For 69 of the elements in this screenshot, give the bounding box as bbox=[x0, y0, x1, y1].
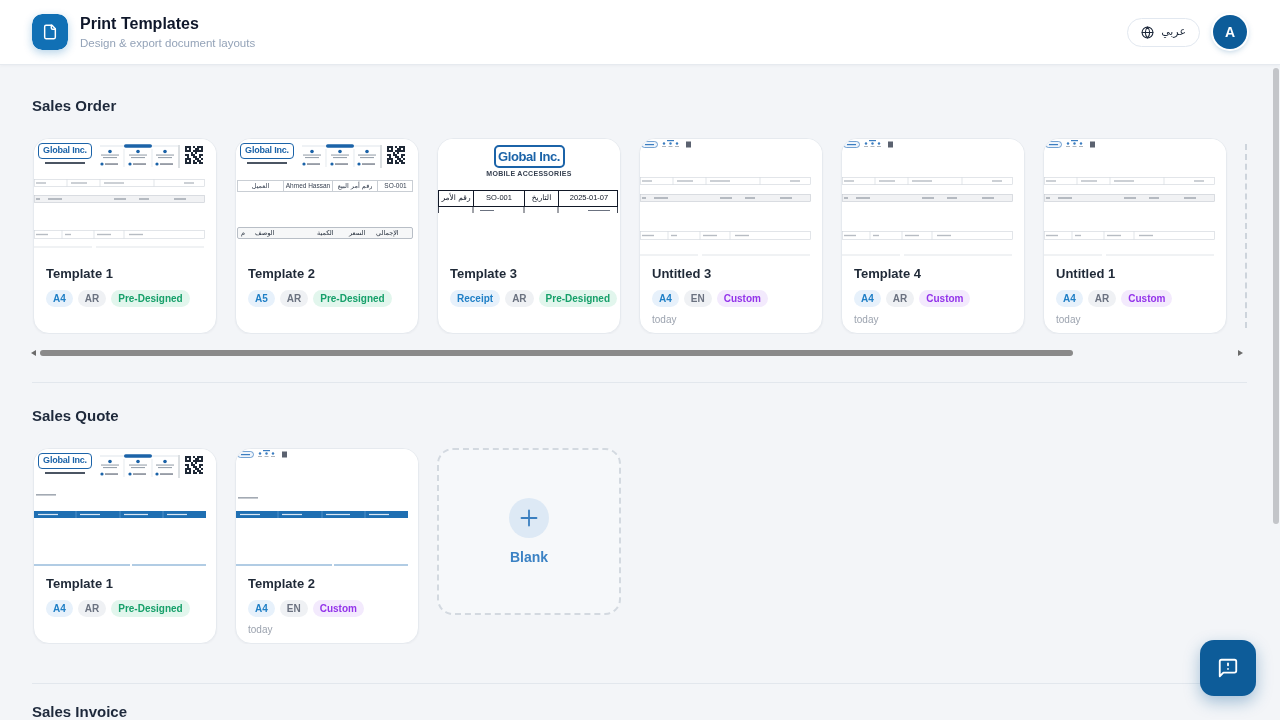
contact-columns-icon bbox=[98, 143, 180, 169]
paper-size-tag: Receipt bbox=[450, 290, 501, 307]
paper-size-tag: A5 bbox=[248, 290, 275, 307]
section-title: Sales Order bbox=[32, 98, 118, 113]
page-subtitle: Design & export document layouts bbox=[80, 36, 256, 50]
template-card[interactable]: Template 2 A4 EN Custom today bbox=[235, 448, 419, 644]
language-tag: EN bbox=[683, 290, 712, 307]
template-card[interactable]: Template 4 A4 AR Custom today bbox=[841, 138, 1025, 334]
card-title: Template 1 bbox=[46, 576, 114, 592]
scrollbar-thumb[interactable] bbox=[40, 350, 1073, 356]
contact-columns-icon bbox=[300, 143, 382, 169]
template-type-tag: Custom bbox=[716, 290, 768, 307]
language-button[interactable]: عربي bbox=[1127, 17, 1200, 47]
qr-code-icon bbox=[185, 146, 203, 164]
updated-date: today bbox=[1056, 313, 1082, 327]
template-type-tag: Pre-Designed bbox=[313, 290, 392, 307]
template-card[interactable]: Untitled 1 A4 AR Custom today bbox=[1043, 138, 1227, 334]
paper-size-tag: A4 bbox=[46, 290, 73, 307]
template-type-tag: Custom bbox=[1121, 290, 1173, 307]
contact-columns-icon bbox=[98, 453, 180, 479]
template-card[interactable]: Untitled 3 A4 EN Custom today bbox=[639, 138, 823, 334]
message-alert-icon bbox=[1217, 657, 1239, 679]
scroll-right-icon[interactable] bbox=[1238, 350, 1243, 356]
language-tag: AR bbox=[77, 290, 107, 307]
language-tag: AR bbox=[1087, 290, 1117, 307]
card-title: Untitled 1 bbox=[1056, 266, 1117, 282]
qr-code-icon bbox=[387, 146, 405, 164]
paper-size-tag: A4 bbox=[854, 290, 881, 307]
updated-date: today bbox=[248, 623, 274, 637]
language-tag: AR bbox=[279, 290, 309, 307]
template-type-tag: Pre-Designed bbox=[111, 600, 190, 617]
paper-size-tag: A4 bbox=[652, 290, 679, 307]
page-title: Print Templates bbox=[80, 14, 200, 34]
language-tag: AR bbox=[77, 600, 107, 617]
language-tag: AR bbox=[885, 290, 915, 307]
company-logo: Global Inc. bbox=[240, 143, 294, 164]
scrollbar-thumb[interactable] bbox=[1272, 68, 1279, 524]
updated-date: today bbox=[854, 313, 880, 327]
paper-size-tag: A4 bbox=[46, 600, 73, 617]
section-title: Sales Quote bbox=[32, 408, 120, 423]
language-tag: AR bbox=[505, 290, 534, 307]
template-type-tag: Custom bbox=[312, 600, 364, 617]
scroll-left-icon[interactable] bbox=[31, 350, 36, 356]
user-avatar[interactable]: A bbox=[1213, 15, 1247, 49]
document-icon bbox=[32, 14, 68, 50]
blank-template-button[interactable]: Blank bbox=[437, 448, 621, 615]
company-logo: Global Inc. bbox=[38, 453, 92, 474]
card-title: Template 2 bbox=[248, 266, 316, 282]
updated-date: today bbox=[652, 313, 678, 327]
paper-size-tag: A4 bbox=[1056, 290, 1083, 307]
template-type-tag: Pre-Designed bbox=[111, 290, 190, 307]
company-logo: Global Inc. bbox=[38, 143, 92, 164]
company-logo: Global Inc. bbox=[493, 145, 565, 168]
template-card[interactable]: Global Inc. Template 1 A4 AR Pre-Designed bbox=[33, 138, 217, 334]
card-title: Template 2 bbox=[248, 576, 316, 592]
template-card[interactable]: Global Inc. Template 1 A4 AR Pre-Designed bbox=[33, 448, 217, 644]
card-title: Template 1 bbox=[46, 266, 114, 282]
qr-code-icon bbox=[185, 456, 203, 474]
plus-icon bbox=[509, 498, 549, 538]
template-type-tag: Custom bbox=[919, 290, 971, 307]
card-title: Template 4 bbox=[854, 266, 922, 282]
paper-size-tag: A4 bbox=[248, 600, 275, 617]
language-tag: EN bbox=[279, 600, 308, 617]
card-title: Template 3 bbox=[450, 266, 518, 282]
template-type-tag: Pre-Designed bbox=[538, 290, 618, 307]
feedback-button[interactable] bbox=[1200, 640, 1256, 696]
section-title: Sales Invoice bbox=[32, 704, 129, 719]
globe-icon bbox=[1141, 25, 1155, 39]
card-title: Untitled 3 bbox=[652, 266, 713, 282]
